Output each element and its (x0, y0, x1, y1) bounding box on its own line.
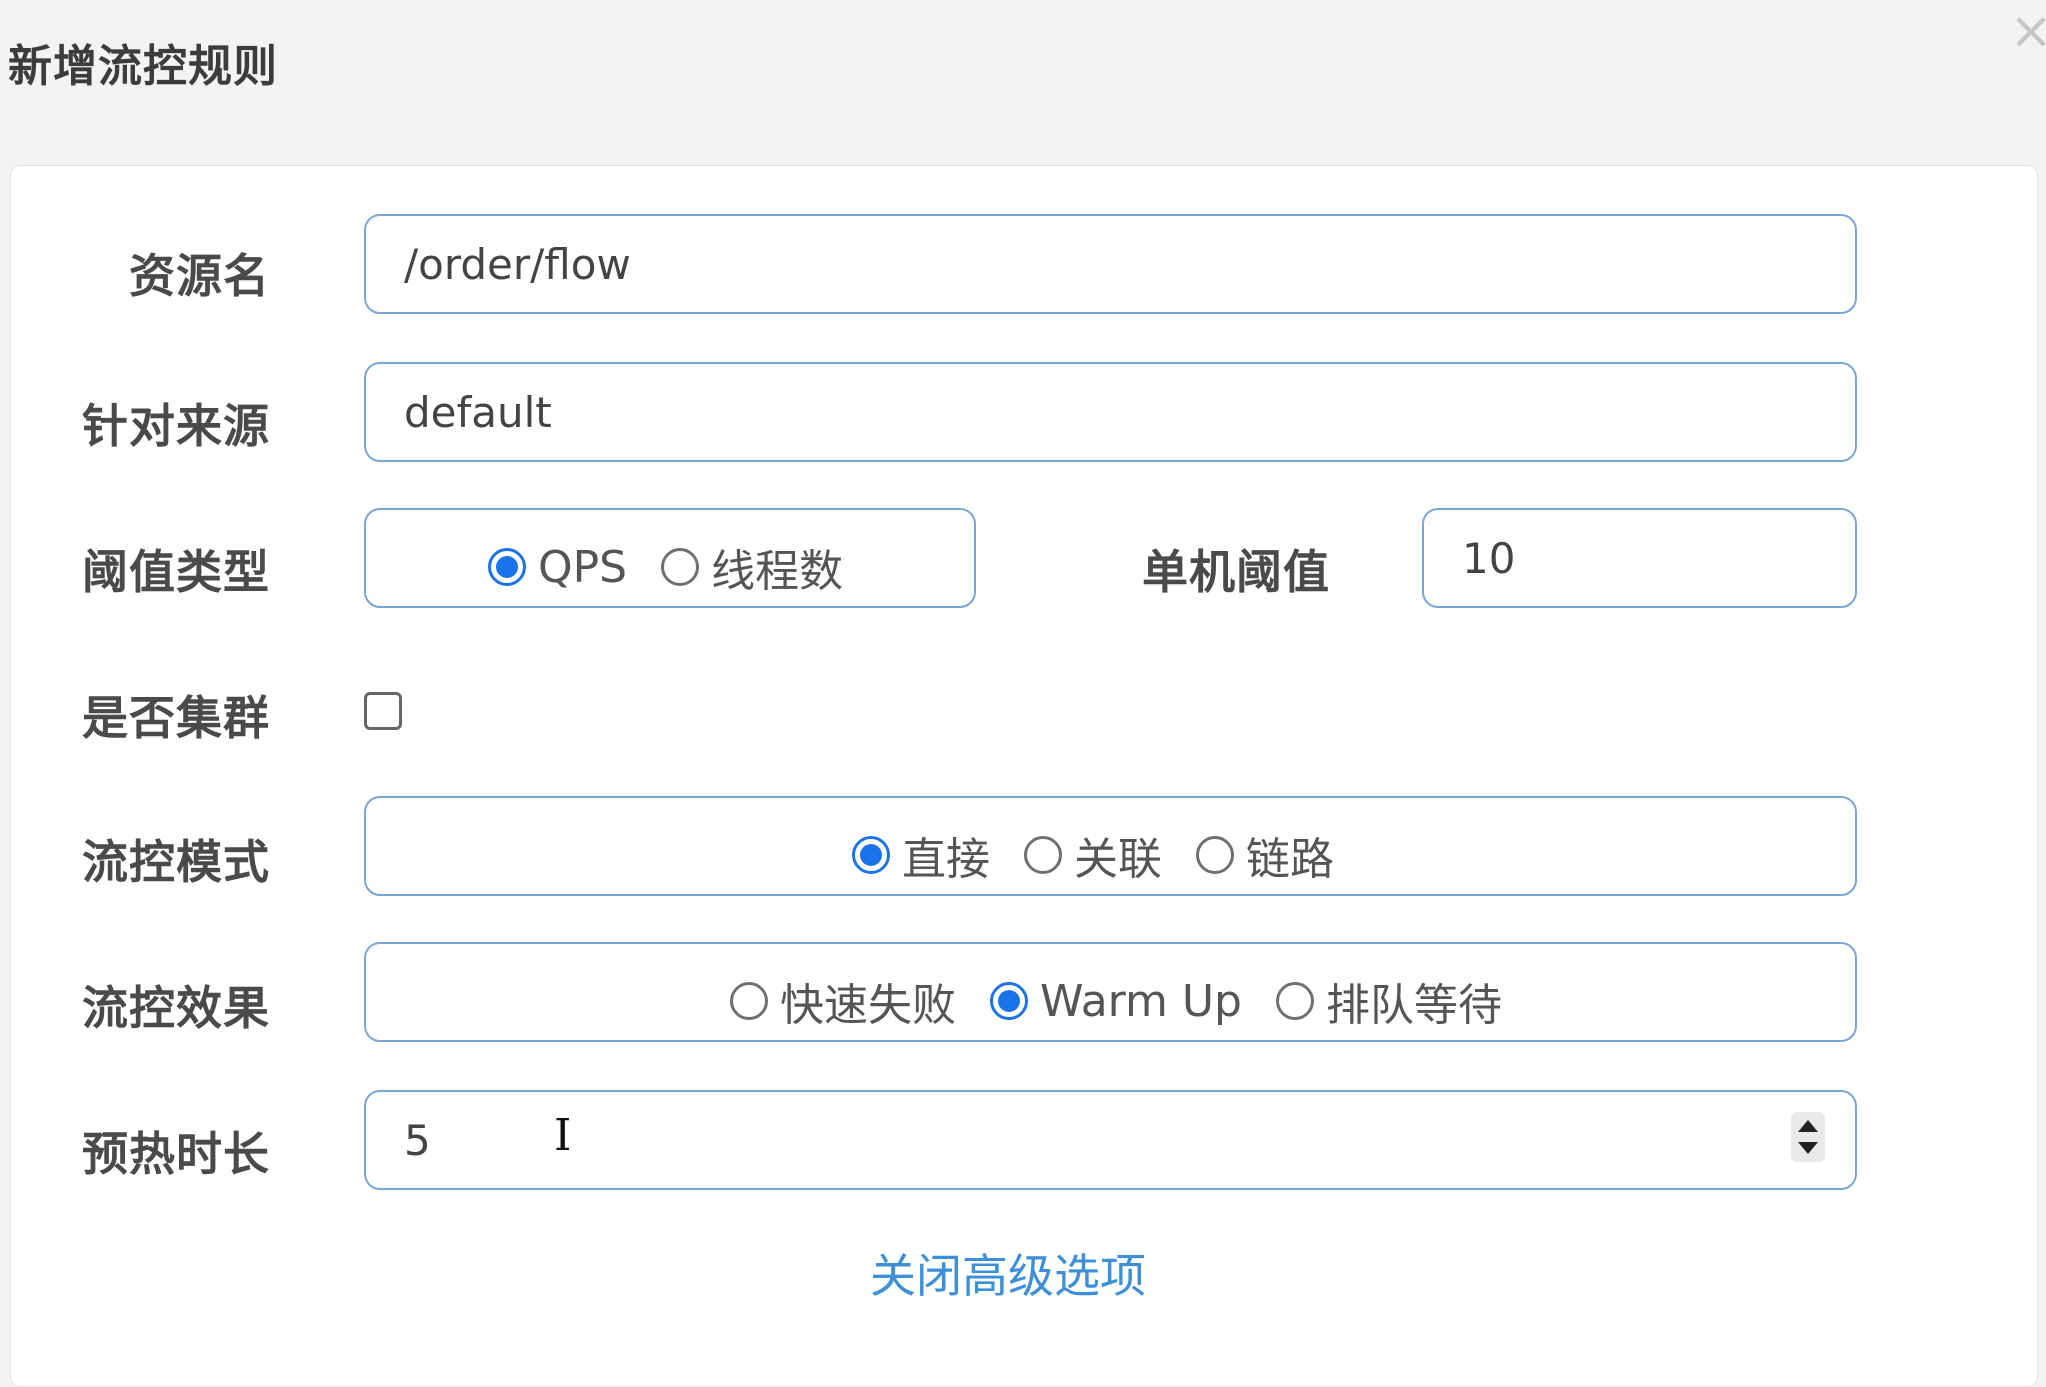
control-effect-option-label: 排队等待 (1325, 980, 1502, 1031)
cluster-checkbox[interactable] (364, 692, 402, 730)
radio-checked-icon[interactable] (852, 836, 890, 874)
threshold-type-group: QPS 线程数 (364, 508, 976, 608)
control-mode-group: 直接 关联 链路 (364, 796, 1857, 896)
radio-checked-icon[interactable] (488, 548, 526, 586)
limit-app-label: 针对来源 (82, 399, 270, 453)
threshold-type-option-thread[interactable]: 线程数 (661, 535, 843, 599)
dialog-title: 新增流控规则 (8, 41, 278, 92)
dialog-header: 新增流控规则 × (0, 0, 2046, 165)
radio-unchecked-icon[interactable] (1024, 836, 1062, 874)
resource-name-input[interactable]: /order/flow (364, 214, 1857, 314)
radio-unchecked-icon[interactable] (661, 548, 700, 586)
spinner-down-icon[interactable] (1798, 1142, 1818, 1154)
control-effect-option-label: 快速失败 (780, 980, 956, 1031)
warmup-period-label: 预热时长 (82, 1127, 270, 1181)
threshold-type-option-label: QPS (538, 541, 628, 593)
threshold-label: 单机阈值 (1142, 545, 1330, 599)
threshold-type-option-label: 线程数 (711, 546, 844, 597)
control-mode-option-label: 关联 (1074, 834, 1162, 885)
resource-name-value: /order/flow (404, 240, 631, 289)
limit-app-input[interactable]: default (364, 362, 1857, 462)
warmup-period-value: 5 (404, 1116, 431, 1165)
control-mode-option-label: 链路 (1246, 834, 1334, 885)
control-effect-option-label: Warm Up (1040, 975, 1242, 1027)
threshold-type-label: 阈值类型 (82, 545, 270, 599)
control-effect-group: 快速失败 Warm Up 排队等待 (364, 942, 1857, 1042)
radio-unchecked-icon[interactable] (1196, 836, 1234, 874)
radio-unchecked-icon[interactable] (1275, 982, 1314, 1020)
spinner-up-icon[interactable] (1798, 1120, 1818, 1132)
control-mode-label: 流控模式 (82, 835, 270, 889)
control-mode-option-label: 直接 (902, 834, 990, 885)
control-effect-option-warm-up[interactable]: Warm Up (990, 976, 1242, 1027)
cluster-label: 是否集群 (82, 691, 270, 745)
number-spinner-icon[interactable] (1791, 1112, 1825, 1162)
toggle-advanced-options-link[interactable]: 关闭高级选项 (870, 1240, 1146, 1306)
resource-name-label: 资源名 (129, 249, 270, 303)
text-cursor-icon: I (554, 1110, 572, 1161)
control-mode-option-direct[interactable]: 直接 (852, 823, 990, 887)
warmup-period-input[interactable]: 5 I (364, 1090, 1857, 1190)
radio-checked-icon[interactable] (990, 982, 1028, 1020)
control-mode-option-relate[interactable]: 关联 (1024, 823, 1162, 887)
form-panel (10, 165, 2038, 1387)
threshold-type-option-qps[interactable]: QPS (488, 542, 627, 593)
close-icon[interactable]: × (2008, 5, 2046, 57)
control-effect-option-queue[interactable]: 排队等待 (1275, 969, 1502, 1033)
threshold-input[interactable]: 10 (1422, 508, 1857, 608)
radio-unchecked-icon[interactable] (730, 982, 768, 1020)
control-effect-label: 流控效果 (82, 981, 270, 1035)
limit-app-value: default (404, 388, 552, 437)
control-effect-option-fail-fast[interactable]: 快速失败 (730, 969, 956, 1033)
control-mode-option-chain[interactable]: 链路 (1196, 823, 1334, 887)
threshold-value: 10 (1462, 534, 1516, 583)
